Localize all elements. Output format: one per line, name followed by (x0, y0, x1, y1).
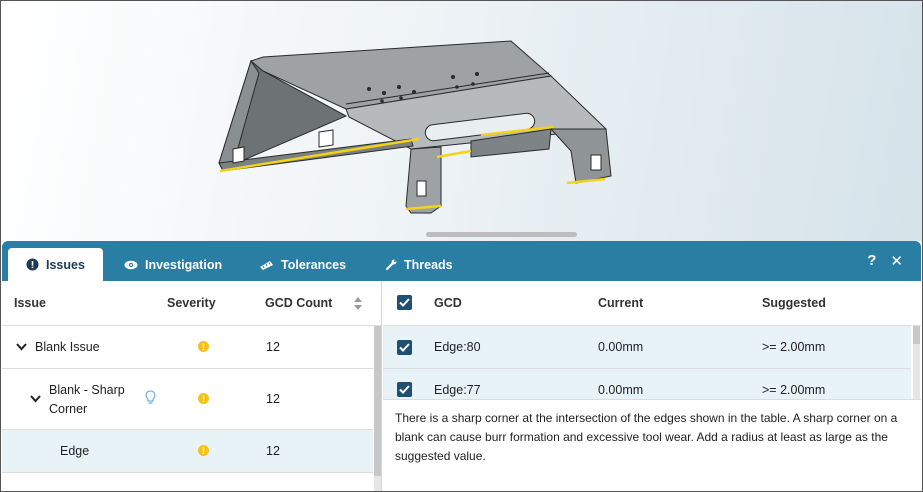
column-header-issue[interactable]: Issue (14, 281, 46, 325)
current-cell: 0.00mm (598, 383, 644, 397)
gcd-count: 12 (266, 340, 280, 354)
list-item[interactable]: Blank - Sharp Corner ! 12 (2, 369, 373, 429)
column-header-current[interactable]: Current (598, 281, 643, 325)
wrench-icon (385, 259, 397, 270)
table-row[interactable]: Edge:80 0.00mm >= 2.00mm (383, 326, 911, 368)
warning-icon: ! (198, 445, 209, 456)
help-icon[interactable]: ? (867, 252, 876, 270)
close-icon[interactable]: ✕ (890, 252, 903, 270)
sheet-metal-part-model[interactable] (1, 1, 922, 243)
eye-icon (124, 260, 138, 269)
gcd-cell: Edge:80 (434, 340, 481, 354)
column-header-suggested[interactable]: Suggested (762, 281, 826, 325)
warning-icon: ! (198, 393, 209, 404)
check-icon (399, 343, 410, 352)
tab-threads[interactable]: Threads (385, 248, 453, 281)
issues-scrollbar[interactable] (374, 326, 381, 491)
lightbulb-icon[interactable] (145, 390, 156, 405)
issue-label: Edge (60, 444, 90, 458)
warning-icon: ! (198, 341, 209, 352)
column-header-gcd[interactable]: GCD (434, 281, 462, 325)
info-circle-icon (26, 258, 39, 271)
chevron-down-icon[interactable] (16, 343, 27, 351)
tab-issues[interactable]: Issues (8, 248, 103, 281)
tab-tolerances-label: Tolerances (281, 257, 347, 272)
tab-investigation[interactable]: Investigation (124, 248, 222, 281)
issues-panel: Issues Investigation Tolerances Threads … (2, 241, 921, 491)
3d-viewport[interactable] (1, 1, 922, 243)
suggested-cell: >= 2.00mm (762, 340, 826, 354)
row-checkbox[interactable] (397, 382, 412, 397)
tab-investigation-label: Investigation (145, 257, 223, 272)
current-cell: 0.00mm (598, 340, 644, 354)
issue-label: Blank Issue (35, 340, 100, 354)
issues-table: Issue Severity GCD Count Blank Issue ! 1… (2, 281, 382, 491)
ruler-icon (260, 260, 273, 270)
sort-icon[interactable] (353, 297, 363, 310)
tab-issues-label: Issues (46, 257, 85, 272)
gcd-table: GCD Current Suggested Edge:80 0.00mm >= … (383, 281, 921, 491)
issue-description: There is a sharp corner at the intersect… (395, 411, 898, 463)
app-frame: Issues Investigation Tolerances Threads … (0, 0, 923, 492)
check-icon (399, 298, 410, 307)
issue-label: Blank - Sharp Corner (49, 383, 125, 416)
check-icon (399, 385, 410, 394)
tab-tolerances[interactable]: Tolerances (259, 248, 346, 281)
row-checkbox[interactable] (397, 340, 412, 355)
panel-tab-bar: Issues Investigation Tolerances Threads … (2, 241, 921, 281)
column-header-gcd-count[interactable]: GCD Count (265, 281, 332, 325)
viewport-resize-handle[interactable] (426, 232, 577, 237)
gcd-count: 12 (266, 392, 280, 406)
list-item[interactable]: Blank Issue ! 12 (2, 326, 373, 368)
gcd-count: 12 (266, 444, 280, 458)
chevron-down-icon[interactable] (30, 395, 41, 403)
column-header-severity[interactable]: Severity (167, 281, 216, 325)
table-row[interactable]: Edge:77 0.00mm >= 2.00mm (383, 369, 911, 399)
suggested-cell: >= 2.00mm (762, 383, 826, 397)
gcd-scrollbar[interactable] (913, 326, 920, 399)
gcd-cell: Edge:77 (434, 383, 481, 397)
list-item[interactable]: Edge ! 12 (2, 430, 373, 472)
tab-threads-label: Threads (404, 257, 453, 272)
select-all-checkbox[interactable] (397, 295, 412, 310)
